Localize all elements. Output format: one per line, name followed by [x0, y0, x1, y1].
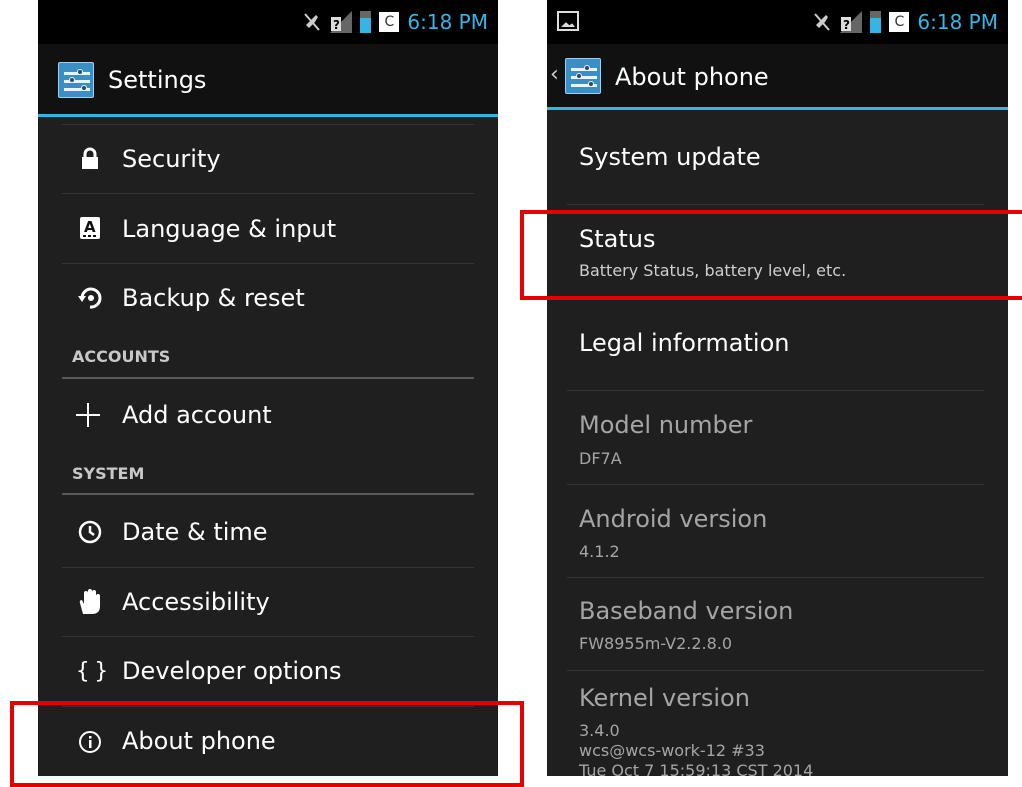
keyboard-a-icon: A	[75, 213, 105, 243]
kernel-build-line: wcs@wcs-work-12 #33	[579, 741, 765, 760]
about-item-android-version[interactable]: Android version 4.1.2	[547, 485, 1008, 577]
settings-item-security[interactable]: Security	[38, 125, 498, 193]
backup-reset-icon	[75, 283, 105, 313]
about-item-baseband-version: Baseband version FW8955m-V2.2.8.0	[547, 578, 1008, 670]
section-header-system: SYSTEM	[72, 464, 145, 483]
about-phone-screen: ? C 6:18 PM ‹ About phone System update …	[547, 0, 1008, 776]
settings-item-accessibility[interactable]: Accessibility	[38, 568, 498, 636]
status-time: 6:18 PM	[407, 10, 488, 34]
action-bar: Settings	[38, 44, 498, 117]
about-item-title: System update	[579, 143, 761, 171]
settings-app-icon[interactable]	[58, 62, 94, 98]
settings-item-label: Security	[122, 145, 221, 173]
page-title: Settings	[108, 66, 207, 94]
section-divider	[62, 493, 474, 495]
about-item-title: Model number	[579, 411, 753, 439]
about-item-model-number: Model number DF7A	[547, 391, 1008, 484]
highlight-box-status	[520, 210, 1022, 300]
section-divider	[62, 377, 474, 379]
status-bar: ? C 6:18 PM	[38, 0, 498, 44]
settings-item-language[interactable]: A Language & input	[38, 194, 498, 263]
settings-item-label: Add account	[122, 401, 272, 429]
status-bar: ? C 6:18 PM	[547, 0, 1008, 44]
svg-text:A: A	[84, 218, 96, 236]
back-caret-icon[interactable]: ‹	[550, 62, 559, 87]
no-sim-signal-icon: ?	[840, 11, 863, 33]
no-sim-signal-icon: ?	[330, 11, 353, 33]
status-time: 6:18 PM	[917, 10, 998, 34]
about-item-kernel-version: Kernel version 3.4.0 wcs@wcs-work-12 #33…	[547, 671, 1008, 776]
about-item-title: Baseband version	[579, 597, 794, 625]
mute-icon	[304, 13, 321, 31]
svg-text:?: ?	[333, 18, 340, 32]
kernel-date-line: Tue Oct 7 15:59:13 CST 2014	[579, 761, 814, 776]
settings-item-add-account[interactable]: Add account	[38, 380, 498, 450]
settings-app-icon[interactable]	[565, 58, 601, 94]
highlight-box-about-phone	[10, 701, 524, 787]
about-item-value: FW8955m-V2.2.8.0	[579, 634, 733, 653]
about-item-legal[interactable]: Legal information	[547, 299, 1008, 390]
about-item-title: Android version	[579, 505, 768, 533]
settings-item-label: Language & input	[122, 215, 337, 243]
braces-icon: { }	[75, 658, 109, 684]
battery-icon	[870, 11, 882, 33]
svg-text:?: ?	[843, 18, 850, 32]
settings-item-backup[interactable]: Backup & reset	[38, 264, 498, 332]
plus-icon	[73, 400, 103, 430]
settings-item-date-time[interactable]: Date & time	[38, 496, 498, 566]
c-badge-icon: C	[889, 12, 910, 32]
about-item-system-update[interactable]: System update	[547, 113, 1008, 203]
settings-item-label: Date & time	[122, 518, 268, 546]
kernel-version-line: 3.4.0	[579, 721, 620, 740]
screenshot-notification-icon	[557, 11, 579, 31]
mute-icon	[814, 13, 831, 31]
settings-item-label: Developer options	[122, 657, 342, 685]
settings-screen: ? C 6:18 PM Settings Security A Language…	[38, 0, 498, 776]
battery-icon	[360, 11, 372, 33]
about-item-title: Kernel version	[579, 684, 750, 712]
c-badge-icon: C	[379, 12, 400, 32]
lock-icon	[75, 144, 105, 174]
about-item-title: Legal information	[579, 329, 790, 357]
about-item-value: 4.1.2	[579, 542, 620, 561]
hand-icon	[75, 587, 105, 617]
clock-icon	[75, 517, 105, 547]
about-item-value: DF7A	[579, 449, 622, 468]
settings-item-developer[interactable]: { } Developer options	[38, 637, 498, 706]
settings-item-label: Accessibility	[122, 588, 270, 616]
settings-item-label: Backup & reset	[122, 284, 305, 312]
page-title: About phone	[615, 63, 769, 91]
action-bar: ‹ About phone	[547, 44, 1008, 110]
section-header-accounts: ACCOUNTS	[72, 347, 171, 366]
